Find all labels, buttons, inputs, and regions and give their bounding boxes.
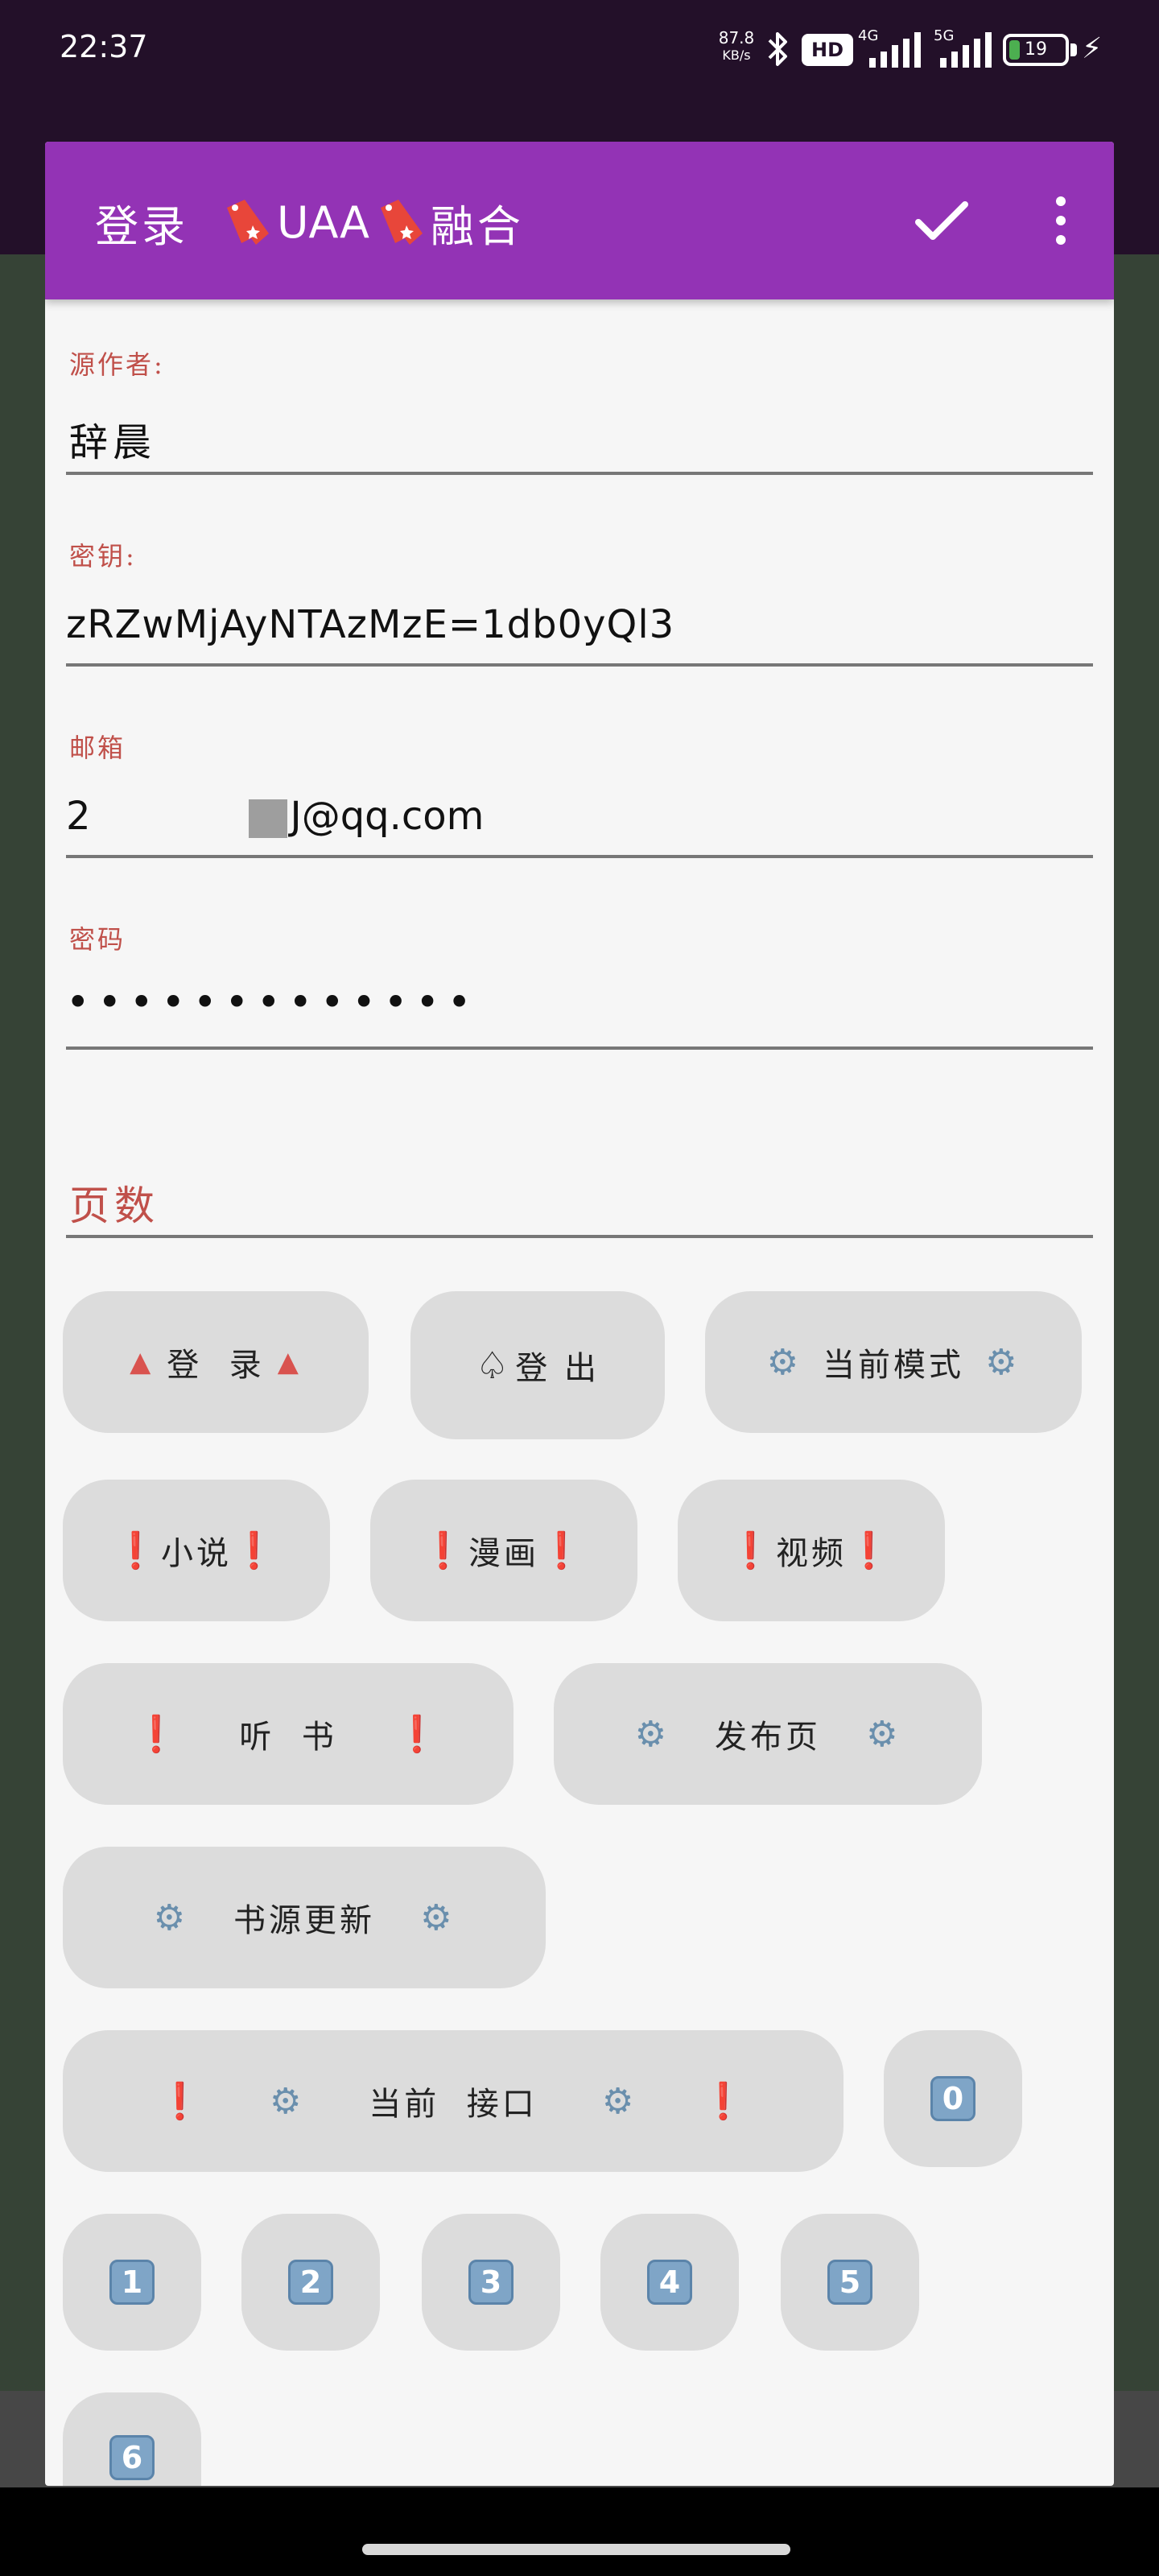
battery-icon: 19: [1003, 34, 1069, 66]
novel-button[interactable]: ❗ 小说 ❗: [63, 1480, 330, 1621]
api-5-button[interactable]: 5: [781, 2214, 919, 2351]
comic-button[interactable]: ❗ 漫画 ❗: [370, 1480, 637, 1621]
home-indicator[interactable]: [362, 2544, 790, 2555]
password-label: 密码: [69, 924, 126, 955]
api-3-button[interactable]: 3: [422, 2214, 560, 2351]
keycap-0-icon: 0: [930, 2076, 975, 2121]
battery-level: 19: [1025, 39, 1047, 60]
hd-voice-icon: HD: [802, 34, 853, 66]
email-redaction-block: [248, 799, 287, 838]
charging-icon: ⚡: [1082, 32, 1103, 65]
email-suffix: J@qq.com: [290, 794, 485, 839]
key-field[interactable]: zRZwMjAyNTAzMzE=1db0yQl3: [66, 602, 674, 647]
menu-dot: [1056, 216, 1066, 225]
exclamation-icon: ❗: [539, 1530, 587, 1571]
keycap-6-icon: 6: [109, 2435, 155, 2480]
keycap-5-icon: 5: [827, 2260, 872, 2305]
check-icon: [915, 201, 968, 240]
api-0-button[interactable]: 0: [884, 2030, 1022, 2167]
pages-underline: [66, 1235, 1093, 1238]
gear-icon: ⚙: [269, 2080, 305, 2122]
keycap-3-icon: 3: [468, 2260, 514, 2305]
logout-button[interactable]: ♤ 登 出: [410, 1291, 665, 1439]
gear-icon: ⚙: [634, 1713, 670, 1755]
email-underline: [66, 855, 1093, 858]
status-bar: 22:37 87.8 KB/s HD 4G 5G 19 ⚡: [0, 0, 1159, 97]
title-uaa: UAA: [277, 196, 369, 248]
gear-icon: ⚙: [420, 1897, 456, 1938]
bookmark-tag-icon: [227, 200, 269, 245]
exclamation-icon: ❗: [701, 2081, 749, 2122]
exclamation-icon: ❗: [847, 1530, 894, 1571]
red-triangle-icon: ▲: [277, 1346, 302, 1378]
bluetooth-icon: [768, 32, 787, 66]
spade-icon: ♤: [476, 1344, 513, 1387]
keycap-2-icon: 2: [288, 2260, 333, 2305]
login-dialog: 登录 UAA 融合 源作者: 辞晨 密钥: zRZwMjAyNTAzMzE=1d…: [45, 142, 1114, 2486]
api-4-button[interactable]: 4: [600, 2214, 739, 2351]
current-api-button[interactable]: ❗ ⚙ 当前 接口 ⚙ ❗: [63, 2030, 843, 2172]
gear-icon: ⚙: [985, 1341, 1021, 1383]
password-field[interactable]: •••••••••••••: [66, 979, 479, 1026]
battery-tip: [1070, 43, 1077, 56]
bookmark-tag-icon: [380, 200, 423, 245]
key-underline: [66, 663, 1093, 667]
email-field[interactable]: 2 J@qq.com: [66, 794, 484, 839]
menu-dot: [1056, 235, 1066, 245]
app-bar: 登录 UAA 融合: [45, 142, 1114, 299]
pages-label: 页数: [69, 1183, 159, 1229]
confirm-button[interactable]: [901, 180, 982, 261]
exclamation-icon: ❗: [728, 1530, 776, 1571]
exclamation-icon: ❗: [232, 1530, 279, 1571]
title-fusion: 融合: [430, 200, 524, 252]
gear-icon: ⚙: [601, 2080, 637, 2122]
publish-page-button[interactable]: ⚙ 发布页 ⚙: [554, 1663, 982, 1805]
overflow-menu-button[interactable]: [1037, 180, 1085, 261]
gear-icon: ⚙: [766, 1341, 802, 1383]
api-1-button[interactable]: 1: [63, 2214, 201, 2351]
title-login: 登录: [95, 200, 188, 252]
gear-icon: ⚙: [866, 1713, 901, 1755]
clock: 22:37: [60, 29, 148, 64]
video-button[interactable]: ❗ 视频 ❗: [678, 1480, 945, 1621]
api-2-button[interactable]: 2: [241, 2214, 380, 2351]
author-underline: [66, 472, 1093, 475]
author-field[interactable]: 辞晨: [69, 411, 156, 467]
page-title: 登录 UAA 融合: [95, 192, 524, 253]
signal-2-icon: [940, 32, 992, 68]
exclamation-icon: ❗: [421, 1530, 468, 1571]
red-triangle-icon: ▲: [130, 1346, 155, 1378]
signal-1-icon: [869, 32, 921, 68]
api-6-button[interactable]: 6: [63, 2392, 201, 2486]
login-button[interactable]: ▲ 登 录 ▲: [63, 1291, 369, 1433]
author-label: 源作者:: [69, 349, 165, 380]
password-underline: [66, 1046, 1093, 1050]
email-redaction: [90, 799, 249, 838]
exclamation-icon: ❗: [158, 2081, 205, 2122]
source-update-button[interactable]: ⚙ 书源更新 ⚙: [63, 1847, 546, 1988]
network-speed-unit: KB/s: [722, 47, 751, 63]
audiobook-button[interactable]: ❗ 听 书 ❗: [63, 1663, 514, 1805]
gear-icon: ⚙: [153, 1897, 188, 1938]
email-label: 邮箱: [69, 733, 126, 763]
exclamation-icon: ❗: [394, 1714, 443, 1755]
current-mode-button[interactable]: ⚙ 当前模式 ⚙: [705, 1291, 1082, 1433]
keycap-1-icon: 1: [109, 2260, 155, 2305]
exclamation-icon: ❗: [113, 1530, 161, 1571]
email-prefix: 2: [66, 794, 91, 839]
exclamation-icon: ❗: [134, 1714, 182, 1755]
network-speed: 87.8 KB/s: [716, 29, 757, 64]
network-speed-value: 87.8: [718, 28, 755, 47]
keycap-4-icon: 4: [647, 2260, 692, 2305]
key-label: 密钥:: [69, 541, 137, 572]
gesture-area: [0, 2487, 1159, 2576]
menu-dot: [1056, 196, 1066, 206]
